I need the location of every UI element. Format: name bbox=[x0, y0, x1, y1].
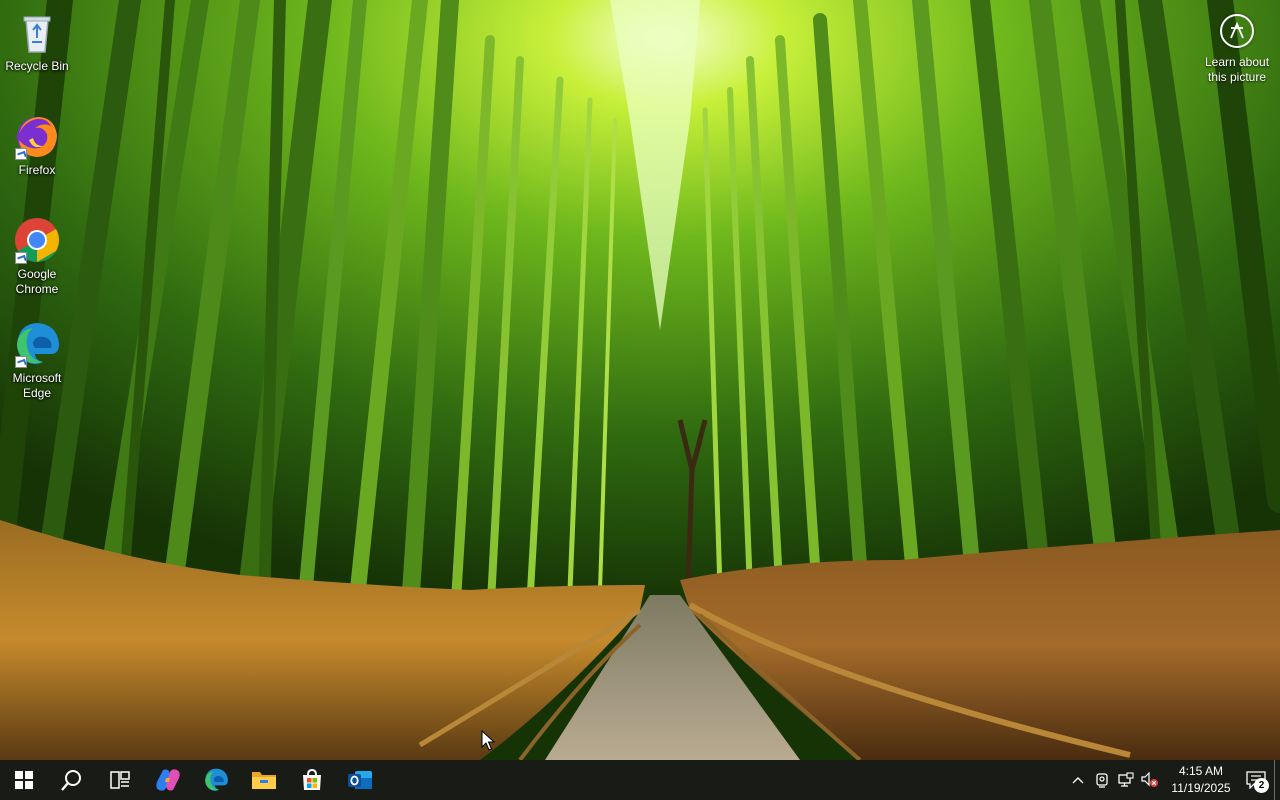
windows-start-icon bbox=[15, 771, 33, 789]
copilot-icon bbox=[156, 769, 180, 791]
recycle-bin-icon bbox=[13, 8, 61, 56]
shortcut-arrow-icon bbox=[15, 148, 27, 160]
show-desktop-button[interactable] bbox=[1274, 760, 1280, 800]
notification-count-badge: 2 bbox=[1254, 778, 1269, 793]
volume-button[interactable] bbox=[1138, 760, 1162, 800]
taskbar: 4:15 AM 11/19/2025 2 bbox=[0, 760, 1280, 800]
taskbar-edge-button[interactable] bbox=[192, 760, 240, 800]
chrome-icon bbox=[13, 216, 61, 264]
learn-about-picture[interactable]: Learn about this picture bbox=[1198, 14, 1276, 85]
chevron-up-icon bbox=[1072, 777, 1084, 784]
webcam-device-icon bbox=[1096, 773, 1108, 788]
notification-center-button[interactable]: 2 bbox=[1238, 760, 1274, 800]
outlook-icon bbox=[348, 771, 372, 789]
task-view-button[interactable] bbox=[96, 760, 144, 800]
task-view-icon bbox=[110, 771, 130, 789]
show-hidden-icons-button[interactable] bbox=[1066, 760, 1090, 800]
desktop-icon-label: Google Chrome bbox=[15, 267, 59, 296]
desktop-wallpaper bbox=[0, 0, 1280, 760]
clock-date: 11/19/2025 bbox=[1171, 781, 1231, 795]
network-button[interactable] bbox=[1114, 760, 1138, 800]
shortcut-arrow-icon bbox=[15, 356, 27, 368]
store-icon bbox=[303, 768, 321, 790]
microsoft-edge-shortcut[interactable]: Microsoft Edge bbox=[2, 320, 72, 401]
search-button[interactable] bbox=[48, 760, 96, 800]
camera-circle-icon bbox=[1220, 14, 1254, 48]
desktop-icon-label: Microsoft Edge bbox=[12, 371, 62, 400]
shortcut-arrow-icon bbox=[15, 252, 27, 264]
search-icon bbox=[61, 770, 81, 791]
firefox-shortcut[interactable]: Firefox bbox=[2, 112, 72, 178]
edge-icon bbox=[13, 320, 61, 368]
network-icon bbox=[1118, 772, 1134, 787]
microsoft-store-button[interactable] bbox=[288, 760, 336, 800]
firefox-icon bbox=[13, 112, 61, 160]
system-tray: 4:15 AM 11/19/2025 2 bbox=[1066, 760, 1280, 800]
folder-icon bbox=[252, 772, 276, 789]
file-explorer-button[interactable] bbox=[240, 760, 288, 800]
google-chrome-shortcut[interactable]: Google Chrome bbox=[2, 216, 72, 297]
volume-muted-icon bbox=[1141, 772, 1158, 787]
clock-time: 4:15 AM bbox=[1178, 764, 1224, 778]
recycle-bin-shortcut[interactable]: Recycle Bin bbox=[2, 8, 72, 74]
copilot-button[interactable] bbox=[144, 760, 192, 800]
outlook-button[interactable] bbox=[336, 760, 384, 800]
edge-icon bbox=[205, 768, 228, 791]
desktop-icon-label: Firefox bbox=[18, 163, 56, 177]
mouse-cursor-icon bbox=[481, 729, 496, 757]
desktop-icon-label: Recycle Bin bbox=[5, 59, 69, 73]
start-button[interactable] bbox=[0, 760, 48, 800]
learn-about-picture-label: Learn about this picture bbox=[1204, 55, 1270, 84]
tray-app-button[interactable] bbox=[1090, 760, 1114, 800]
taskbar-clock[interactable]: 4:15 AM 11/19/2025 bbox=[1164, 763, 1238, 797]
